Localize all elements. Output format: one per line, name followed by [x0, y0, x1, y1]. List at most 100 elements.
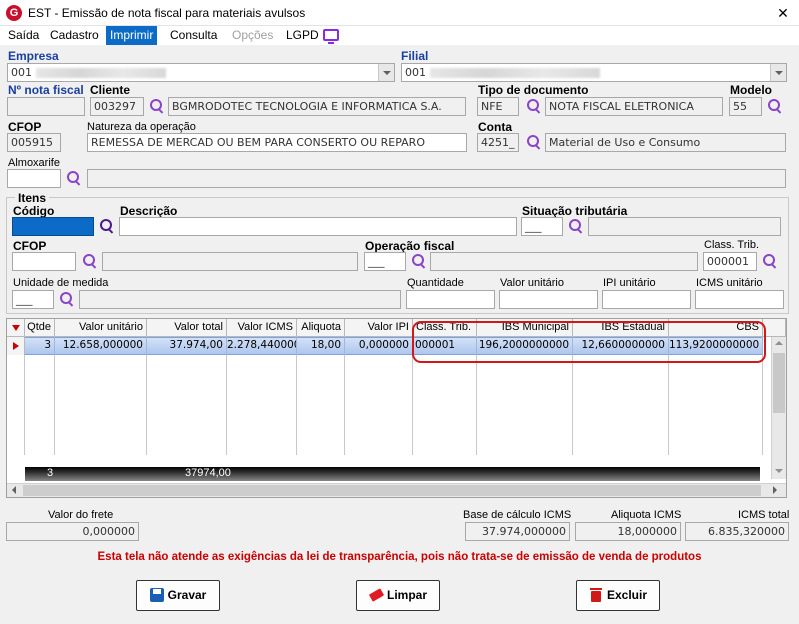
cliente-name-field: BGMRODOTEC TECNOLOGIA E INFORMATICA S.A. [168, 97, 466, 116]
operacao-code-field[interactable]: ___ [364, 252, 406, 271]
almox-label: Almoxarife [8, 157, 60, 169]
class-trib-field[interactable]: 000001 [703, 252, 757, 271]
app-logo-icon: G [6, 5, 22, 21]
class-trib-label: Class. Trib. [704, 239, 760, 251]
filial-label: Filial [401, 49, 429, 63]
gravar-label: Gravar [167, 588, 207, 602]
filial-select[interactable]: 001 [401, 63, 787, 82]
conta-code-field[interactable]: 4251_ [477, 133, 519, 152]
modelo-field[interactable]: 55 [729, 97, 762, 116]
scroll-thumb[interactable] [23, 485, 761, 496]
menu-consulta[interactable]: Consulta [166, 26, 221, 45]
cell-valor-unitario: 12.658,000000 [55, 337, 147, 355]
cfop-label: CFOP [8, 120, 42, 134]
cell-valor-ipi: 0,000000 [345, 337, 413, 355]
row-pointer-icon [13, 342, 19, 350]
grid-line [668, 355, 669, 455]
scroll-right-icon[interactable] [773, 486, 777, 494]
excluir-button[interactable]: Excluir [576, 580, 660, 611]
natureza-field[interactable]: REMESSA DE MERCAD OU BEM PARA CONSERTO O… [87, 133, 467, 152]
base-icms-label: Base de cálculo ICMS [463, 509, 572, 521]
cell-valor-icms: 2.278,440000 [227, 337, 297, 355]
col-header-valor-unitario[interactable]: Valor unitário [55, 319, 147, 337]
item-cfop-field[interactable] [12, 252, 76, 271]
search-icon[interactable] [66, 170, 82, 186]
col-header-aliquota[interactable]: Aliquota [297, 319, 345, 337]
unidade-name-field [79, 290, 401, 309]
modelo-label: Modelo [730, 83, 772, 97]
frete-field[interactable]: 0,000000 [6, 522, 139, 541]
horizontal-scrollbar[interactable] [7, 483, 786, 497]
grid-line [54, 355, 55, 455]
almox-code-field[interactable] [7, 169, 61, 188]
cfop-field[interactable]: 005915 [7, 133, 61, 152]
cell-valor-total: 37.974,00 [147, 337, 227, 355]
vertical-scrollbar[interactable] [771, 337, 786, 479]
descricao-field[interactable] [119, 217, 517, 236]
col-header-valor-total[interactable]: Valor total [147, 319, 227, 337]
cliente-label: Cliente [90, 83, 131, 97]
title-bar: G EST - Emissão de nota fiscal para mate… [0, 0, 799, 26]
grid-line [344, 355, 345, 455]
highlight-annotation [412, 321, 766, 363]
grid-line [296, 355, 297, 455]
menu-lgpd[interactable]: LGPD [282, 26, 323, 45]
item-cfop-name-field [102, 252, 358, 271]
trash-icon [589, 588, 603, 602]
ipi-unit-field[interactable] [602, 290, 691, 309]
search-icon[interactable] [99, 218, 115, 234]
natureza-label: Natureza da operação [87, 121, 196, 133]
empresa-select[interactable]: 001 [7, 63, 395, 82]
chevron-down-icon[interactable] [378, 64, 394, 81]
redacted-text [36, 68, 166, 78]
search-icon[interactable] [411, 253, 427, 269]
icms-unit-label: ICMS unitário [696, 277, 763, 289]
codigo-label: Código [13, 204, 55, 218]
col-header-qtde[interactable]: Qtde [25, 319, 55, 337]
icms-unit-field[interactable] [695, 290, 784, 309]
filial-value: 001 [405, 66, 426, 79]
search-icon[interactable] [82, 253, 98, 269]
menu-saida[interactable]: Saída [4, 26, 43, 45]
situacao-code-field[interactable]: ___ [521, 217, 563, 236]
monitor-icon[interactable] [323, 29, 339, 44]
menu-imprimir[interactable]: Imprimir [106, 26, 158, 45]
tipo-doc-code-field[interactable]: NFE [477, 97, 519, 116]
close-icon[interactable]: ✕ [772, 3, 794, 23]
scroll-thumb[interactable] [773, 353, 785, 413]
valor-unit-field[interactable] [499, 290, 598, 309]
quantidade-field[interactable] [406, 290, 495, 309]
sort-down-icon [12, 325, 20, 331]
aliquota-icms-field: 18,000000 [575, 522, 681, 541]
search-icon[interactable] [767, 98, 783, 114]
menu-cadastro[interactable]: Cadastro [46, 26, 103, 45]
row-indicator[interactable] [7, 337, 25, 355]
search-icon[interactable] [59, 291, 75, 307]
save-icon [149, 588, 164, 602]
codigo-field[interactable] [12, 217, 94, 236]
itens-group-label: Itens [15, 191, 50, 205]
search-icon[interactable] [526, 134, 542, 150]
search-icon[interactable] [149, 98, 165, 114]
cliente-code-field[interactable]: 003297 [90, 97, 144, 116]
conta-name-field: Material de Uso e Consumo [545, 133, 786, 152]
situacao-label: Situação tributária [522, 204, 628, 218]
empresa-value: 001 [11, 66, 32, 79]
grid-totals-row: 3 37974,00 [25, 467, 760, 481]
gravar-button[interactable]: Gravar [136, 580, 220, 611]
search-icon[interactable] [568, 218, 584, 234]
unidade-code-field[interactable]: ___ [12, 290, 54, 309]
grid-corner[interactable] [7, 319, 25, 337]
nf-label: Nº nota fiscal [8, 83, 84, 97]
col-header-valor-ipi[interactable]: Valor IPI [345, 319, 413, 337]
search-icon[interactable] [762, 253, 778, 269]
chevron-down-icon[interactable] [770, 64, 786, 81]
search-icon[interactable] [526, 98, 542, 114]
scroll-left-icon[interactable] [12, 486, 16, 494]
scroll-down-icon[interactable] [775, 469, 783, 473]
descricao-label: Descrição [120, 204, 178, 218]
limpar-button[interactable]: Limpar [356, 580, 440, 611]
grid-line [572, 355, 573, 455]
col-header-valor-icms[interactable]: Valor ICMS [227, 319, 297, 337]
scroll-up-icon[interactable] [775, 341, 783, 345]
